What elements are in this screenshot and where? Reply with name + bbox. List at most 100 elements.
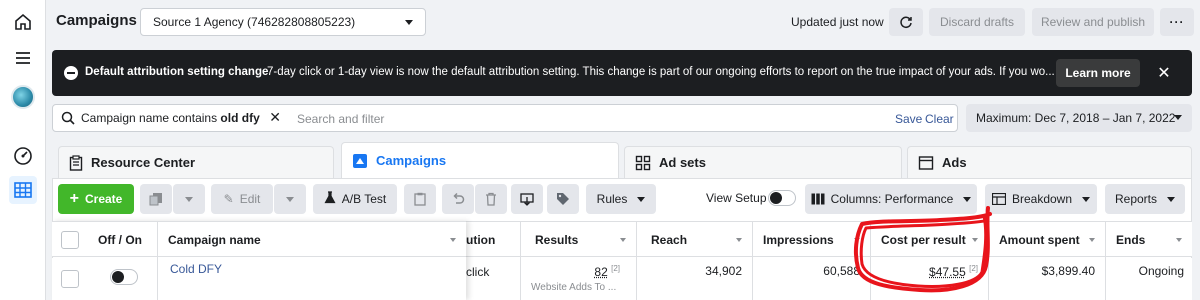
column-header-results[interactable]: Results (520, 222, 636, 258)
column-header-label: Cost per result (881, 233, 966, 247)
tab-resource-center[interactable]: Resource Center (58, 146, 334, 178)
create-button[interactable]: + Create (58, 184, 134, 214)
edit-button[interactable]: ✎ Edit (211, 184, 273, 214)
rules-button[interactable]: Rules (586, 184, 656, 214)
reports-dropdown[interactable]: Reports (1105, 184, 1185, 214)
column-header-label: Impressions (763, 233, 834, 247)
amount-spent-cell: $3,899.40 (988, 258, 1105, 300)
reach-value: 34,902 (705, 264, 742, 278)
save-filter-link[interactable]: Save (895, 112, 922, 126)
chevron-down-icon (286, 196, 294, 202)
edit-dropdown-button[interactable] (274, 184, 306, 214)
campaign-on-off-toggle[interactable] (110, 269, 138, 285)
account-selector[interactable]: Source 1 Agency (746282808805223) (140, 8, 426, 36)
account-selector-label: Source 1 Agency (746282808805223) (153, 15, 356, 29)
column-header-label: Amount spent (999, 233, 1080, 247)
column-header-label: Off / On (98, 233, 142, 247)
attribution-notice-banner: Default attribution setting change 7-day… (52, 50, 1192, 96)
reach-cell: 34,902 (636, 258, 752, 300)
sort-icon (450, 238, 456, 242)
date-range-picker[interactable]: Maximum: Dec 7, 2018 – Jan 7, 2022 (966, 104, 1192, 132)
more-options-button[interactable]: ··· (1160, 8, 1194, 36)
clipboard-icon (414, 192, 426, 206)
duplicate-icon (149, 193, 162, 206)
duplicate-dropdown-button[interactable] (173, 184, 205, 214)
select-all-checkbox[interactable] (61, 231, 79, 249)
amount-spent-value: $3,899.40 (1041, 264, 1095, 278)
tab-label: Ads (942, 155, 967, 170)
column-header-cost-per-result[interactable]: Cost per result (870, 222, 988, 258)
learn-more-button[interactable]: Learn more (1056, 59, 1140, 87)
table-row[interactable]: Cold DFY click 82 [2] Website Adds To ..… (52, 258, 1192, 300)
tag-button[interactable] (547, 184, 579, 214)
dashboard-gauge-icon[interactable] (9, 142, 37, 170)
tab-label: Ad sets (659, 155, 706, 170)
column-header-label: Campaign name (168, 233, 261, 247)
page-title: Campaigns (56, 12, 137, 29)
chevron-down-icon (637, 196, 646, 202)
row-checkbox-cell (52, 258, 88, 300)
sort-icon (972, 238, 978, 242)
tab-campaigns[interactable]: Campaigns (341, 142, 619, 178)
filter-chip-prefix: Campaign name contains (81, 111, 221, 125)
pencil-icon: ✎ (223, 192, 234, 206)
sort-icon (1089, 238, 1095, 242)
remove-filter-icon[interactable]: ✕ (269, 109, 281, 126)
breakdown-dropdown[interactable]: Breakdown (985, 184, 1097, 214)
campaign-name-link[interactable]: Cold DFY (170, 262, 222, 276)
menu-icon[interactable] (9, 44, 37, 72)
refresh-button[interactable] (889, 8, 923, 36)
banner-close-icon[interactable]: ✕ (1154, 63, 1174, 83)
attribution-cell: click (466, 258, 520, 300)
view-setup-toggle[interactable] (768, 190, 796, 206)
banner-title: Default attribution setting change (85, 66, 269, 78)
left-nav-rail (0, 0, 46, 300)
tag-icon (557, 193, 569, 205)
export-icon (520, 193, 534, 206)
ends-cell: Ongoing (1105, 258, 1192, 300)
chevron-down-icon (405, 20, 413, 25)
top-bar: Campaigns Source 1 Agency (7462828088052… (46, 0, 1200, 44)
tab-ad-sets[interactable]: Ad sets (624, 146, 902, 178)
ab-test-label: A/B Test (341, 192, 387, 206)
column-header-attribution[interactable]: ution (466, 222, 520, 258)
column-header-reach[interactable]: Reach (636, 222, 752, 258)
columns-icon (811, 193, 825, 205)
delete-button[interactable] (475, 184, 507, 214)
toggle-knob (770, 192, 782, 204)
export-button[interactable] (511, 184, 543, 214)
select-all-checkbox-cell (52, 222, 88, 258)
search-filter-bar[interactable]: Campaign name contains old dfy ✕ Search … (52, 104, 958, 132)
row-checkbox[interactable] (61, 270, 79, 288)
duplicate-button[interactable] (140, 184, 172, 214)
column-header-campaign-name[interactable]: Campaign name (157, 222, 466, 258)
column-header-amount-spent[interactable]: Amount spent (988, 222, 1105, 258)
clear-filter-link[interactable]: Clear (925, 112, 954, 126)
columns-dropdown[interactable]: Columns: Performance (805, 184, 977, 214)
ab-test-button[interactable]: A/B Test (313, 184, 397, 214)
column-header-ends[interactable]: Ends (1105, 222, 1192, 258)
view-notes-button[interactable] (404, 184, 436, 214)
breakdown-icon (991, 193, 1006, 205)
search-input[interactable]: Search and filter (297, 112, 384, 126)
account-avatar[interactable] (9, 83, 37, 111)
chevron-down-icon (185, 196, 193, 202)
cost-footnote: [2] (969, 264, 978, 273)
discard-drafts-button[interactable]: Discard drafts (929, 8, 1025, 36)
column-header-impressions[interactable]: Impressions (752, 222, 870, 258)
results-value: 82 (594, 265, 608, 279)
column-header-off-on[interactable]: Off / On (88, 222, 156, 258)
grid-icon (635, 155, 651, 171)
review-and-publish-button[interactable]: Review and publish (1032, 8, 1154, 36)
undo-button[interactable] (442, 184, 474, 214)
impressions-cell: 60,588 (752, 258, 870, 300)
tab-ads[interactable]: Ads (907, 146, 1192, 178)
home-icon[interactable] (9, 8, 37, 36)
filter-chip[interactable]: Campaign name contains old dfy ✕ (81, 108, 285, 128)
tab-label: Resource Center (91, 155, 196, 170)
results-footnote: [2] (611, 264, 620, 273)
ads-manager-table-icon[interactable] (9, 176, 37, 204)
ad-window-icon (918, 155, 934, 171)
edit-label: Edit (239, 192, 261, 206)
undo-icon (453, 192, 465, 204)
